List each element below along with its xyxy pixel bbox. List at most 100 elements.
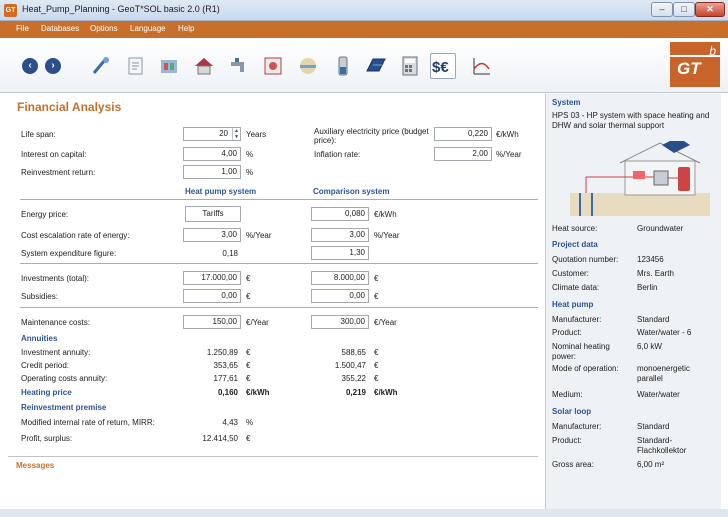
hp-medium-value: Water/water: [637, 390, 680, 399]
sl-gross-area-value: 6,00 m²: [637, 460, 665, 469]
reinvestment-field[interactable]: 1,00: [183, 165, 241, 179]
cmp-heating-price-value: 0,219: [345, 388, 366, 397]
hp-credit-period-value: 353,65: [213, 361, 238, 370]
close-button[interactable]: ✕: [695, 2, 725, 17]
maximize-button[interactable]: □: [673, 2, 695, 17]
heat-source-value: Groundwater: [637, 224, 684, 233]
cmp-operating-annuity-value: 355,22: [341, 374, 366, 383]
sl-product-value: Standard-Flachkollektor: [637, 436, 687, 455]
quotation-number-value: 123456: [637, 255, 664, 264]
status-bar: [0, 509, 728, 517]
hp-system-expenditure-value: 0,18: [222, 249, 238, 258]
system-description: HPS 03 - HP system with space heating an…: [552, 111, 710, 130]
energy-price-label: Energy price:: [21, 210, 69, 219]
hp-escalation-field[interactable]: 3,00: [183, 228, 241, 242]
maintenance-label: Maintenance costs:: [21, 318, 90, 327]
back-icon[interactable]: ‹: [22, 58, 38, 74]
heating-price-label: Heating price: [21, 388, 72, 397]
operating-annuity-label: Operating costs annuity:: [21, 374, 108, 383]
customer-value: Mrs. Earth: [637, 269, 674, 278]
system-summary-panel: System HPS 03 - HP system with space hea…: [545, 94, 721, 509]
subsidies-label: Subsidies:: [21, 292, 58, 301]
life-span-label: Life span:: [21, 130, 56, 139]
investments-label: Investments (total):: [21, 274, 90, 283]
life-span-stepper[interactable]: 20 ▲ ▼: [183, 127, 241, 141]
reinvestment-premise-heading: Reinvestment premise: [21, 403, 107, 412]
menu-bar: File Databases Options Language Help: [0, 21, 728, 38]
hp-subsidies-field[interactable]: 0,00: [183, 289, 241, 303]
hp-mode-value: monoenergetic parallel: [637, 364, 690, 383]
cmp-investment-annuity-value: 588,65: [341, 348, 366, 357]
comparison-energy-price-field[interactable]: 0,080: [311, 207, 369, 221]
wizard-icon[interactable]: [90, 55, 112, 77]
climate-data-value: Berlin: [637, 283, 658, 292]
annuities-heading: Annuities: [21, 334, 58, 343]
menu-language[interactable]: Language: [130, 24, 166, 33]
reinvestment-label: Reinvestment return:: [21, 168, 96, 177]
tap-icon[interactable]: [228, 55, 250, 77]
tariffs-button[interactable]: Tariffs: [185, 206, 241, 222]
title-bar: GT Heat_Pump_Planning - GeoT*SOL basic 2…: [0, 0, 728, 21]
menu-databases[interactable]: Databases: [41, 24, 79, 33]
escalation-label: Cost escalation rate of energy:: [21, 231, 130, 240]
project-data-heading: Project data: [552, 240, 598, 249]
system-heading: System: [552, 98, 581, 107]
forward-icon[interactable]: ›: [45, 58, 61, 74]
cmp-escalation-field[interactable]: 3,00: [311, 228, 369, 242]
cmp-subsidies-field[interactable]: 0,00: [311, 289, 369, 303]
inflation-label: Inflation rate:: [314, 150, 361, 159]
hp-nominal-power-value: 6,0 kW: [637, 342, 662, 351]
hp-manufacturer-value: Standard: [637, 315, 670, 324]
cmp-maintenance-field[interactable]: 300,00: [311, 315, 369, 329]
investment-annuity-label: Investment annuity:: [21, 348, 91, 357]
svg-text:$€: $€: [432, 59, 449, 76]
toolbar: ‹ › $€: [0, 38, 728, 93]
aux-price-field[interactable]: 0,220: [434, 127, 492, 141]
mirr-label: Modified internal rate of return, MIRR:: [21, 418, 155, 427]
storage-tank-icon[interactable]: [332, 55, 354, 77]
climate-icon[interactable]: [158, 55, 180, 77]
system-diagram: [570, 137, 710, 216]
profit-value: 12.414,50: [202, 434, 238, 443]
calculator-icon[interactable]: [399, 55, 421, 77]
ground-source-icon[interactable]: [297, 55, 319, 77]
financial-analysis-panel: Financial Analysis Life span: 20 ▲ ▼ Year…: [8, 94, 538, 509]
hp-heating-price-value: 0,160: [217, 388, 238, 397]
cmp-credit-period-value: 1.500,47: [334, 361, 366, 370]
credit-period-label: Credit period:: [21, 361, 70, 370]
geotsol-logo: b GT: [670, 42, 720, 87]
hp-investments-field[interactable]: 17.000,00: [183, 271, 241, 285]
heat-pump-icon[interactable]: [262, 55, 284, 77]
interest-field[interactable]: 4,00: [183, 147, 241, 161]
sl-manufacturer-value: Standard: [637, 422, 670, 431]
system-expenditure-label: System expenditure figure:: [21, 249, 117, 258]
cmp-system-expenditure-field[interactable]: 1,30: [311, 246, 369, 260]
hp-product-value: Water/water - 6: [637, 328, 692, 337]
menu-options[interactable]: Options: [90, 24, 118, 33]
solar-collector-icon[interactable]: [365, 55, 387, 77]
minimize-button[interactable]: –: [651, 2, 673, 17]
cmp-investments-field[interactable]: 8.000,00: [311, 271, 369, 285]
heat-pump-heading: Heat pump: [552, 300, 594, 309]
project-icon[interactable]: [125, 55, 147, 77]
heat-pump-column-header: Heat pump system: [185, 187, 257, 196]
hp-investment-annuity-value: 1.250,89: [206, 348, 238, 357]
menu-file[interactable]: File: [16, 24, 29, 33]
spin-arrows-icon[interactable]: ▲ ▼: [232, 128, 240, 140]
profit-label: Profit, surplus:: [21, 434, 73, 443]
window-title: Heat_Pump_Planning - GeoT*SOL basic 2.0 …: [22, 4, 220, 14]
inflation-field[interactable]: 2,00: [434, 147, 492, 161]
chart-icon[interactable]: [470, 55, 492, 77]
mirr-value: 4,43: [222, 418, 238, 427]
page-title: Financial Analysis: [17, 100, 122, 114]
solar-loop-heading: Solar loop: [552, 407, 592, 416]
financial-analysis-icon[interactable]: $€: [430, 53, 456, 79]
comparison-column-header: Comparison system: [313, 187, 390, 196]
aux-price-label: Auxiliary electricity price (budget pric…: [314, 127, 429, 145]
interest-label: Interest on capital:: [21, 150, 87, 159]
hp-operating-annuity-value: 177,61: [213, 374, 238, 383]
app-icon: GT: [4, 4, 17, 17]
hp-maintenance-field[interactable]: 150,00: [183, 315, 241, 329]
menu-help[interactable]: Help: [178, 24, 194, 33]
house-icon[interactable]: [193, 55, 215, 77]
